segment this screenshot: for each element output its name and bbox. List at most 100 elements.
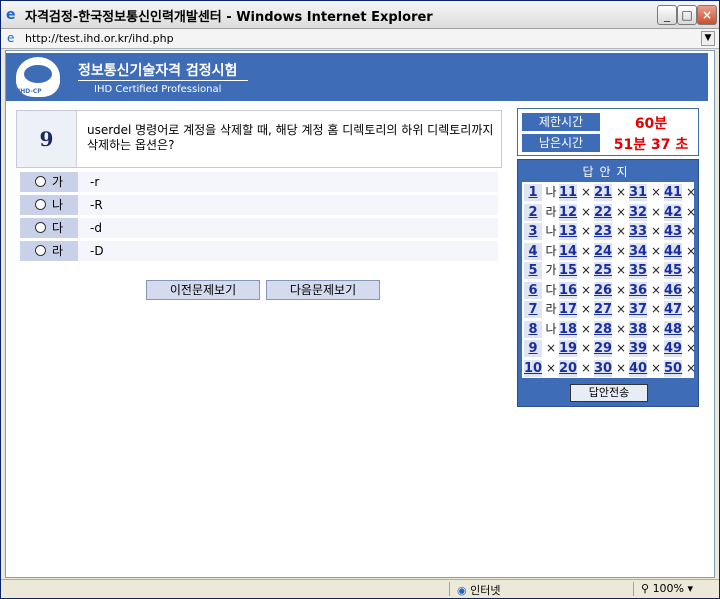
question-link[interactable]: 6 bbox=[524, 281, 542, 299]
option-row[interactable]: 가 -r bbox=[20, 172, 498, 192]
question-link[interactable]: 43 bbox=[664, 223, 682, 240]
question-link[interactable]: 44 bbox=[664, 242, 682, 260]
answer-cell[interactable]: 49 × bbox=[664, 340, 699, 357]
question-link[interactable]: 9 bbox=[524, 340, 542, 357]
question-link[interactable]: 34 bbox=[629, 242, 647, 260]
answer-cell[interactable]: 29 × bbox=[594, 340, 629, 357]
question-link[interactable]: 25 bbox=[594, 262, 612, 279]
next-question-button[interactable]: 다음문제보기 bbox=[266, 280, 380, 300]
question-link[interactable]: 46 bbox=[664, 281, 682, 299]
question-link[interactable]: 15 bbox=[559, 262, 577, 279]
answer-cell[interactable]: 36 × bbox=[629, 281, 664, 299]
answer-cell[interactable]: 19 × bbox=[559, 340, 594, 357]
question-link[interactable]: 1 bbox=[524, 184, 542, 201]
option-row[interactable]: 나 -R bbox=[20, 195, 498, 215]
answer-cell[interactable]: 7라 bbox=[524, 301, 559, 318]
answer-cell[interactable]: 35 × bbox=[629, 262, 664, 279]
question-link[interactable]: 7 bbox=[524, 301, 542, 318]
answer-cell[interactable]: 34 × bbox=[629, 242, 664, 260]
zoom-control[interactable]: ⚲ 100% ▾ bbox=[641, 582, 693, 595]
question-link[interactable]: 31 bbox=[629, 184, 647, 201]
option-label[interactable]: 나 bbox=[20, 195, 78, 215]
question-link[interactable]: 2 bbox=[524, 203, 542, 221]
question-link[interactable]: 22 bbox=[594, 203, 612, 221]
answer-cell[interactable]: 2라 bbox=[524, 203, 559, 221]
question-link[interactable]: 27 bbox=[594, 301, 612, 318]
question-link[interactable]: 3 bbox=[524, 223, 542, 240]
submit-answers-button[interactable]: 답안전송 bbox=[570, 384, 648, 402]
question-link[interactable]: 16 bbox=[559, 281, 577, 299]
answer-cell[interactable]: 45 × bbox=[664, 262, 699, 279]
question-link[interactable]: 48 bbox=[664, 320, 682, 338]
question-link[interactable]: 47 bbox=[664, 301, 682, 318]
answer-cell[interactable]: 46 × bbox=[664, 281, 699, 299]
radio-icon[interactable] bbox=[34, 245, 46, 256]
minimize-button[interactable]: _ bbox=[657, 5, 677, 25]
answer-cell[interactable]: 16 × bbox=[559, 281, 594, 299]
answer-cell[interactable]: 11 × bbox=[559, 184, 594, 201]
radio-icon[interactable] bbox=[34, 222, 46, 233]
address-url[interactable]: http://test.ihd.or.kr/ihd.php bbox=[25, 32, 174, 45]
answer-cell[interactable]: 10 × bbox=[524, 359, 559, 377]
question-link[interactable]: 30 bbox=[594, 359, 612, 377]
answer-cell[interactable]: 23 × bbox=[594, 223, 629, 240]
answer-cell[interactable]: 30 × bbox=[594, 359, 629, 377]
answer-cell[interactable]: 48 × bbox=[664, 320, 699, 338]
answer-cell[interactable]: 13 × bbox=[559, 223, 594, 240]
address-bar[interactable]: e http://test.ihd.or.kr/ihd.php ▼ bbox=[1, 29, 719, 49]
question-link[interactable]: 42 bbox=[664, 203, 682, 221]
radio-icon[interactable] bbox=[34, 176, 46, 187]
answer-cell[interactable]: 33 × bbox=[629, 223, 664, 240]
answer-cell[interactable]: 18 × bbox=[559, 320, 594, 338]
question-link[interactable]: 36 bbox=[629, 281, 647, 299]
answer-cell[interactable]: 8나 bbox=[524, 320, 559, 338]
question-link[interactable]: 45 bbox=[664, 262, 682, 279]
answer-cell[interactable]: 50 × bbox=[664, 359, 699, 377]
question-link[interactable]: 20 bbox=[559, 359, 577, 377]
question-link[interactable]: 37 bbox=[629, 301, 647, 318]
answer-cell[interactable]: 22 × bbox=[594, 203, 629, 221]
answer-cell[interactable]: 20 × bbox=[559, 359, 594, 377]
question-link[interactable]: 4 bbox=[524, 242, 542, 260]
question-link[interactable]: 13 bbox=[559, 223, 577, 240]
question-link[interactable]: 29 bbox=[594, 340, 612, 357]
answer-cell[interactable]: 21 × bbox=[594, 184, 629, 201]
answer-cell[interactable]: 43 × bbox=[664, 223, 699, 240]
answer-cell[interactable]: 24 × bbox=[594, 242, 629, 260]
answer-cell[interactable]: 40 × bbox=[629, 359, 664, 377]
answer-cell[interactable]: 5가 bbox=[524, 262, 559, 279]
question-link[interactable]: 17 bbox=[559, 301, 577, 318]
answer-cell[interactable]: 47 × bbox=[664, 301, 699, 318]
question-link[interactable]: 49 bbox=[664, 340, 682, 357]
radio-icon[interactable] bbox=[34, 199, 46, 210]
close-button[interactable]: × bbox=[697, 5, 717, 25]
answer-cell[interactable]: 25 × bbox=[594, 262, 629, 279]
answer-cell[interactable]: 28 × bbox=[594, 320, 629, 338]
answer-cell[interactable]: 42 × bbox=[664, 203, 699, 221]
answer-cell[interactable]: 4다 bbox=[524, 242, 559, 260]
answer-cell[interactable]: 38 × bbox=[629, 320, 664, 338]
answer-cell[interactable]: 3나 bbox=[524, 223, 559, 240]
question-link[interactable]: 11 bbox=[559, 184, 577, 201]
answer-cell[interactable]: 32 × bbox=[629, 203, 664, 221]
prev-question-button[interactable]: 이전문제보기 bbox=[146, 280, 260, 300]
question-link[interactable]: 21 bbox=[594, 184, 612, 201]
answer-cell[interactable]: 9 × bbox=[524, 340, 559, 357]
question-link[interactable]: 38 bbox=[629, 320, 647, 338]
question-link[interactable]: 24 bbox=[594, 242, 612, 260]
answer-cell[interactable]: 1나 bbox=[524, 184, 559, 201]
question-link[interactable]: 41 bbox=[664, 184, 682, 201]
answer-cell[interactable]: 39 × bbox=[629, 340, 664, 357]
option-label[interactable]: 라 bbox=[20, 241, 78, 261]
question-link[interactable]: 18 bbox=[559, 320, 577, 338]
question-link[interactable]: 39 bbox=[629, 340, 647, 357]
question-link[interactable]: 23 bbox=[594, 223, 612, 240]
answer-cell[interactable]: 14 × bbox=[559, 242, 594, 260]
option-label[interactable]: 다 bbox=[20, 218, 78, 238]
question-link[interactable]: 35 bbox=[629, 262, 647, 279]
question-link[interactable]: 8 bbox=[524, 320, 542, 338]
question-link[interactable]: 50 bbox=[664, 359, 682, 377]
question-link[interactable]: 10 bbox=[524, 359, 542, 377]
title-bar[interactable]: e 자격검정-한국정보통신인력개발센터 - Windows Internet E… bbox=[1, 1, 719, 29]
answer-cell[interactable]: 44 × bbox=[664, 242, 699, 260]
